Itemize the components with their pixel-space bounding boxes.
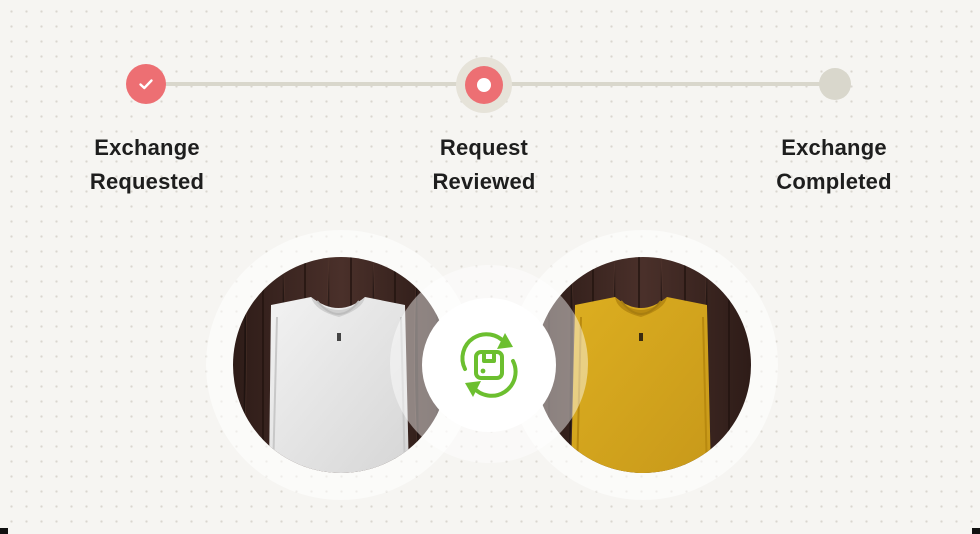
exchange-icon-container <box>422 298 556 432</box>
step-completed-indicator <box>126 64 166 104</box>
step-label-exchange-completed: Exchange Completed <box>776 135 892 194</box>
progress-track-segment <box>164 82 460 86</box>
step-label-exchange-requested: Exchange Requested <box>89 135 205 194</box>
corner-mark <box>972 528 980 534</box>
progress-track-segment <box>508 82 824 86</box>
exchange-cycle-icon <box>460 332 518 398</box>
step-current-indicator <box>456 57 512 113</box>
pending-step-icon <box>819 68 851 100</box>
corner-mark <box>0 528 8 534</box>
check-icon <box>139 79 153 90</box>
step-label-request-reviewed: Request Reviewed <box>432 135 536 194</box>
current-step-icon <box>465 66 503 104</box>
